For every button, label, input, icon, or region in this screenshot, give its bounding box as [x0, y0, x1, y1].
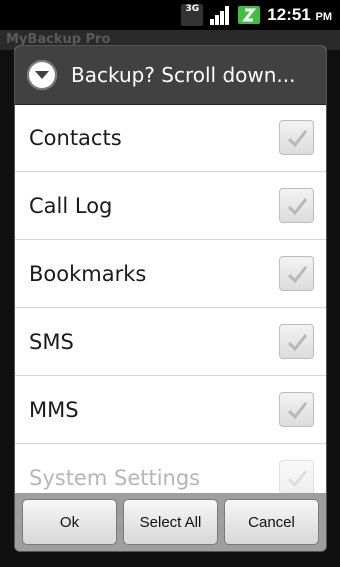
list-item-bookmarks[interactable]: Bookmarks	[15, 240, 326, 308]
list-item-label: MMS	[29, 397, 79, 422]
backup-item-list[interactable]: Contacts Call Log Bookmarks SMS MMS Syst…	[15, 104, 326, 539]
clock-time: 12:51	[267, 5, 311, 24]
checkbox-sms[interactable]	[279, 324, 314, 359]
clock-ampm: PM	[315, 11, 333, 23]
checkmark-icon	[287, 129, 307, 147]
dialog-button-bar: Ok Select All Cancel	[15, 493, 326, 551]
list-item-label: SMS	[29, 329, 74, 354]
3g-data-icon: 3G	[181, 4, 204, 26]
dialog-header: Backup? Scroll down...	[15, 46, 326, 105]
list-item-mms[interactable]: MMS	[15, 376, 326, 444]
checkbox-call-log[interactable]	[279, 188, 314, 223]
battery-icon	[237, 4, 261, 26]
checkmark-icon	[287, 197, 307, 215]
list-item-label: Bookmarks	[29, 261, 147, 286]
signal-icon	[209, 4, 231, 26]
clock: 12:51 PM	[267, 5, 332, 25]
checkmark-icon	[287, 469, 307, 487]
backup-dialog: Backup? Scroll down... Contacts Call Log…	[15, 46, 326, 551]
list-item-label: Contacts	[29, 125, 122, 150]
list-item-label: Call Log	[29, 193, 113, 218]
checkmark-icon	[287, 333, 307, 351]
checkmark-icon	[287, 265, 307, 283]
list-item-contacts[interactable]: Contacts	[15, 104, 326, 172]
select-all-button[interactable]: Select All	[123, 499, 218, 545]
checkbox-contacts[interactable]	[279, 120, 314, 155]
checkbox-mms[interactable]	[279, 392, 314, 427]
checkbox-system-settings[interactable]	[279, 460, 314, 495]
list-item-sms[interactable]: SMS	[15, 308, 326, 376]
chevron-down-icon	[27, 60, 57, 90]
list-item-call-log[interactable]: Call Log	[15, 172, 326, 240]
cancel-button[interactable]: Cancel	[224, 499, 319, 545]
list-item-label: System Settings	[29, 465, 201, 490]
checkbox-bookmarks[interactable]	[279, 256, 314, 291]
ok-button[interactable]: Ok	[22, 499, 117, 545]
checkmark-icon	[287, 401, 307, 419]
dialog-title: Backup? Scroll down...	[71, 63, 296, 87]
status-bar: 3G 12:51 PM	[0, 0, 340, 30]
network-type-label: 3G	[181, 4, 204, 26]
